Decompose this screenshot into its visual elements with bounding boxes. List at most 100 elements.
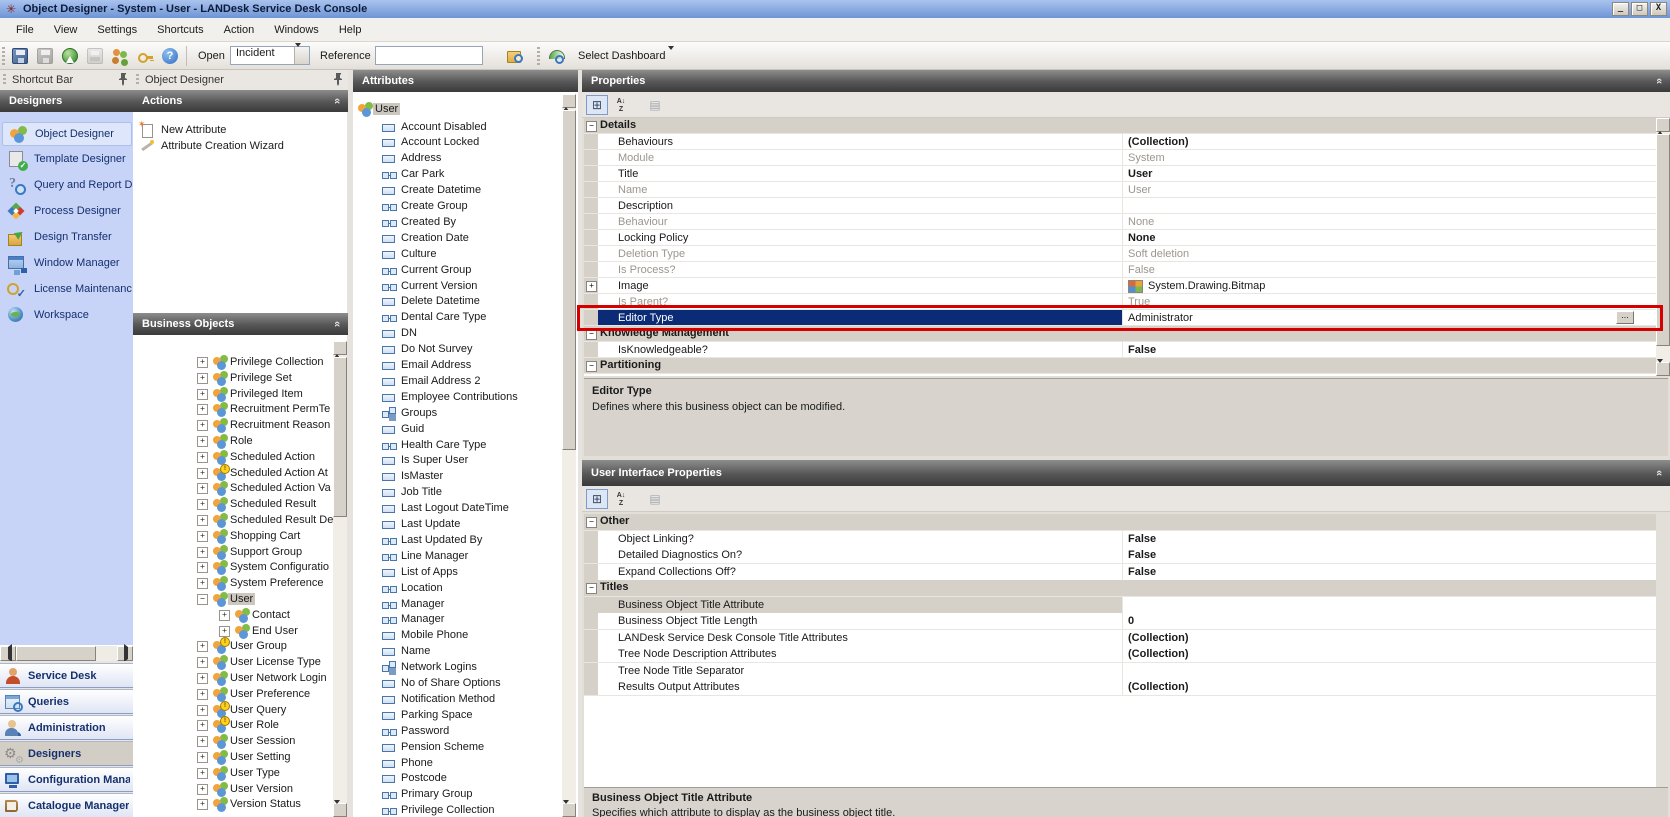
tree-item-shopping-cart[interactable]: + Shopping Cart: [133, 529, 347, 544]
expander-icon[interactable]: +: [197, 752, 208, 763]
expander-icon[interactable]: +: [197, 578, 208, 589]
expander-icon[interactable]: +: [197, 483, 208, 494]
property-row-business-object-title-attribute[interactable]: Business Object Title Attribute: [584, 597, 1656, 614]
attribute-item-is-super-user[interactable]: Is Super User: [353, 453, 578, 468]
property-row-detailed-diagnostics-on[interactable]: Detailed Diagnostics On? False: [584, 547, 1656, 564]
attribute-item-no-of-share-options[interactable]: No of Share Options: [353, 676, 578, 691]
tree-item-privilege-set[interactable]: + Privilege Set: [133, 371, 347, 386]
attribute-item-address[interactable]: Address: [353, 151, 578, 166]
collapse-icon[interactable]: −: [586, 329, 597, 340]
attribute-item-primary-group[interactable]: Primary Group: [353, 787, 578, 802]
expander-icon[interactable]: +: [197, 689, 208, 700]
collapse-chevron-icon[interactable]: «: [331, 98, 343, 104]
property-row-editor-type[interactable]: Editor Type Administrator...: [584, 310, 1656, 326]
attribute-item-last-updated-by[interactable]: Last Updated By: [353, 533, 578, 548]
categorized-button[interactable]: ⊞: [586, 489, 608, 509]
action-new-attribute[interactable]: New Attribute: [138, 119, 347, 138]
sidebar-item-object-designer[interactable]: Object Designer: [2, 122, 132, 146]
expander-icon[interactable]: +: [197, 799, 208, 810]
attribute-item-phone[interactable]: Phone: [353, 756, 578, 771]
attribute-item-network-logins[interactable]: Network Logins: [353, 660, 578, 675]
ellipsis-button[interactable]: ...: [1616, 311, 1634, 324]
sidebar-item-design-transfer[interactable]: Design Transfer: [2, 226, 132, 250]
expander-icon[interactable]: +: [197, 705, 208, 716]
save-button[interactable]: [8, 44, 32, 68]
tree-item-user-session[interactable]: + User Session: [133, 734, 347, 749]
group-button-catalogue-manager[interactable]: Catalogue Manager: [0, 793, 133, 817]
actions-header[interactable]: Actions «: [133, 90, 348, 112]
tree-item-user-preference[interactable]: + User Preference: [133, 687, 347, 702]
property-row-tree-node-description-attributes[interactable]: Tree Node Description Attributes (Collect…: [584, 646, 1656, 663]
scrollbar-thumb[interactable]: [1656, 134, 1670, 346]
ui-properties-header[interactable]: User Interface Properties «: [582, 460, 1670, 486]
tree-item-user-setting[interactable]: + User Setting: [133, 750, 347, 765]
attribute-item-email-address-2[interactable]: Email Address 2: [353, 374, 578, 389]
sidebar-item-template-designer[interactable]: Template Designer: [2, 148, 132, 172]
business-objects-scrollbar[interactable]: [333, 339, 347, 817]
attribute-item-create-datetime[interactable]: Create Datetime: [353, 183, 578, 198]
property-row-image[interactable]: + Image System.Drawing.Bitmap: [584, 278, 1656, 294]
property-row-results-output-attributes[interactable]: Results Output Attributes (Collection): [584, 679, 1656, 696]
property-row-description[interactable]: Description: [584, 198, 1656, 214]
alphabetical-button[interactable]: A↓ Z: [610, 95, 632, 115]
attribute-item-creation-date[interactable]: Creation Date: [353, 231, 578, 246]
expander-icon[interactable]: +: [197, 404, 208, 415]
property-category-details[interactable]: − Details: [584, 118, 1656, 134]
close-button[interactable]: X: [1650, 2, 1667, 16]
collapse-chevron-icon[interactable]: «: [1653, 470, 1665, 476]
attribute-item-password[interactable]: Password: [353, 724, 578, 739]
tree-item-contact[interactable]: + Contact: [133, 608, 347, 623]
attribute-item-line-manager[interactable]: Line Manager: [353, 549, 578, 564]
tree-item-scheduled-action-va[interactable]: + Scheduled Action Va: [133, 481, 347, 496]
expander-icon[interactable]: +: [197, 736, 208, 747]
attribute-item-postcode[interactable]: Postcode: [353, 771, 578, 786]
group-button-administration[interactable]: Administration: [0, 715, 133, 740]
expander-icon[interactable]: +: [197, 768, 208, 779]
property-row-module[interactable]: Module System: [584, 150, 1656, 166]
pin-icon[interactable]: [333, 73, 343, 86]
expander-icon[interactable]: −: [197, 594, 208, 605]
sidebar-item-process-designer[interactable]: Process Designer: [2, 200, 132, 224]
reference-search-button[interactable]: [503, 44, 527, 68]
action-attribute-creation-wizard[interactable]: Attribute Creation Wizard: [139, 139, 347, 154]
property-category-partitioning[interactable]: − Partitioning: [584, 358, 1656, 374]
attribute-item-health-care-type[interactable]: Health Care Type: [353, 438, 578, 453]
tree-item-scheduled-action-at[interactable]: +! Scheduled Action At: [133, 464, 347, 481]
sidebar-item-license-maintenanc[interactable]: License Maintenanc: [2, 278, 132, 302]
property-row-deletion-type[interactable]: Deletion Type Soft deletion: [584, 246, 1656, 262]
menu-shortcuts[interactable]: Shortcuts: [147, 21, 213, 39]
tree-item-privilege-collection[interactable]: + Privilege Collection: [133, 355, 347, 370]
property-row-locking-policy[interactable]: Locking Policy None: [584, 230, 1656, 246]
dashboard-label[interactable]: Select Dashboard: [578, 50, 665, 62]
tree-item-user[interactable]: − User: [133, 592, 347, 607]
tree-item-system-preference[interactable]: + System Preference: [133, 576, 347, 591]
tree-item-user-network-login[interactable]: + User Network Login: [133, 671, 347, 686]
group-button-configuration-mana[interactable]: Configuration Mana: [0, 767, 133, 792]
tree-item-user-role[interactable]: +! User Role: [133, 716, 347, 733]
expander-icon[interactable]: +: [197, 515, 208, 526]
tree-item-user-type[interactable]: + User Type: [133, 766, 347, 781]
tree-item-user-version[interactable]: + User Version: [133, 782, 347, 797]
tree-item-scheduled-action[interactable]: + Scheduled Action: [133, 450, 347, 465]
tree-item-privileged-item[interactable]: + Privileged Item: [133, 387, 347, 402]
attribute-item-parking-space[interactable]: Parking Space: [353, 708, 578, 723]
expander-icon[interactable]: +: [197, 436, 208, 447]
attribute-item-dental-care-type[interactable]: Dental Care Type: [353, 310, 578, 325]
home-button[interactable]: [58, 44, 82, 68]
group-button-service-desk[interactable]: Service Desk: [0, 663, 133, 688]
key-button[interactable]: [133, 44, 157, 68]
tree-item-user-query[interactable]: +! User Query: [133, 701, 347, 718]
tree-item-user-group[interactable]: +! User Group: [133, 637, 347, 654]
alphabetical-button[interactable]: A↓ Z: [610, 489, 632, 509]
attribute-item-account-disabled[interactable]: Account Disabled: [353, 120, 578, 135]
scroll-down-arrow[interactable]: [333, 800, 347, 817]
open-combobox[interactable]: Incident: [230, 43, 310, 65]
expander-icon[interactable]: +: [197, 547, 208, 558]
expander-icon[interactable]: +: [197, 562, 208, 573]
scroll-down-arrow[interactable]: [1656, 359, 1670, 378]
pin-icon[interactable]: [118, 73, 128, 86]
tree-item-end-user[interactable]: + End User: [133, 624, 347, 639]
scroll-left-arrow[interactable]: [0, 644, 16, 662]
property-row-behaviour[interactable]: Behaviour None: [584, 214, 1656, 230]
collapse-icon[interactable]: −: [586, 121, 597, 132]
